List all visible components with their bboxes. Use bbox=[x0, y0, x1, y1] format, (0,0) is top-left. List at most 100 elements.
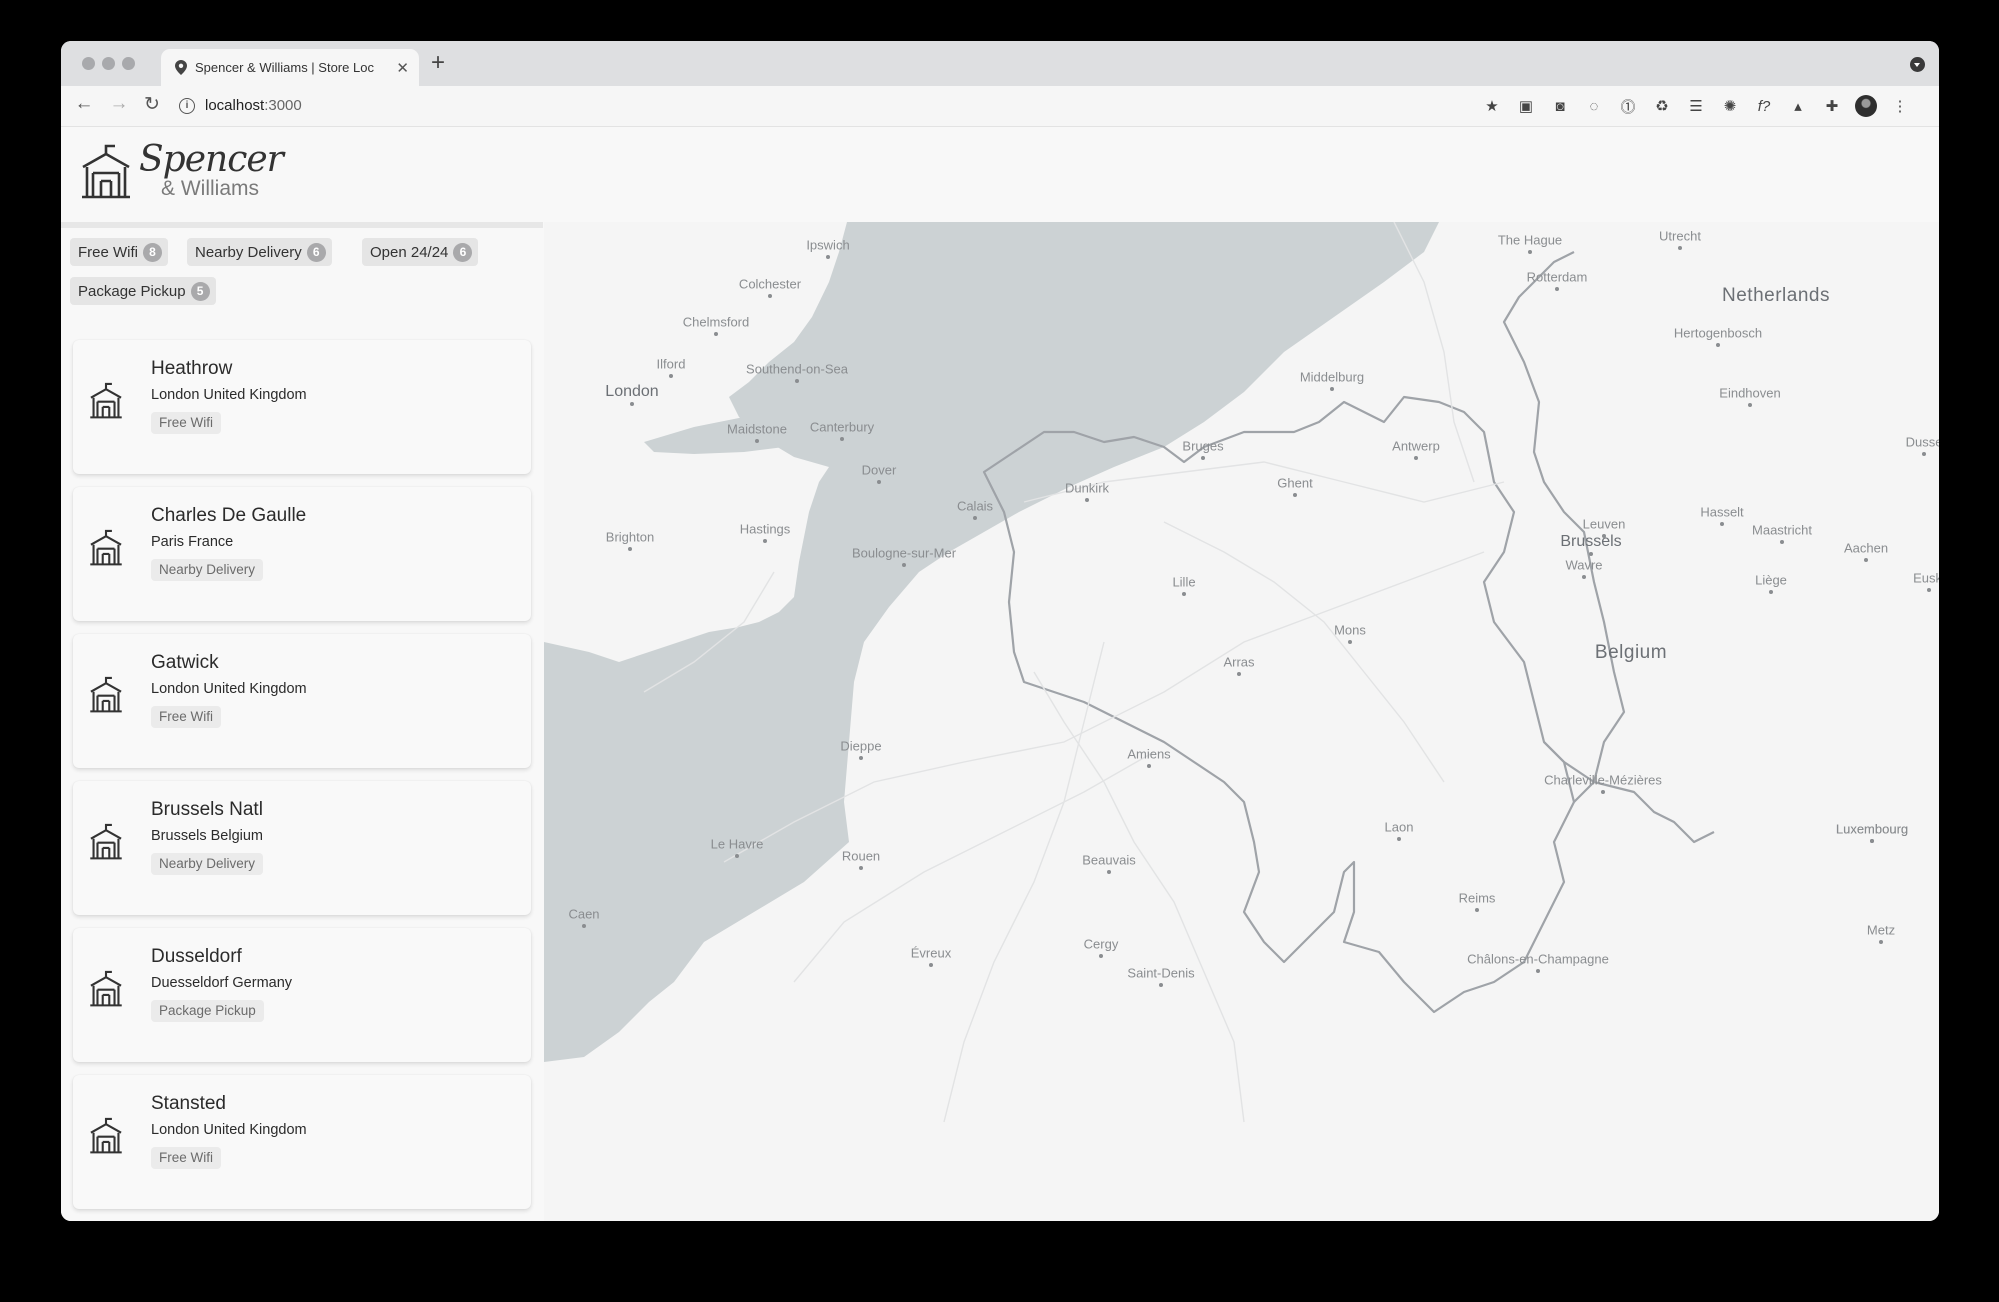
new-tab-button[interactable]: + bbox=[431, 51, 445, 75]
brand-secondary: & Williams bbox=[161, 177, 259, 200]
map-city-dot bbox=[1922, 452, 1926, 456]
bookmark-star-icon[interactable]: ★ bbox=[1481, 95, 1503, 117]
map-label-calais: Calais bbox=[956, 498, 994, 514]
profile-avatar[interactable] bbox=[1855, 95, 1877, 117]
map-city-dot bbox=[1716, 343, 1720, 347]
screenshot-icon[interactable]: ◙ bbox=[1549, 95, 1571, 117]
store-card[interactable]: Brussels Natl Brussels Belgium Nearby De… bbox=[73, 781, 531, 915]
reload-icon[interactable]: ↻ bbox=[139, 93, 165, 116]
map-city-dot bbox=[1237, 672, 1241, 676]
store-name: Brussels Natl bbox=[151, 799, 263, 820]
store-name: Stansted bbox=[151, 1093, 226, 1114]
map-label-le-havre: Le Havre bbox=[710, 836, 764, 852]
puzzle-icon[interactable]: ✚ bbox=[1821, 95, 1843, 117]
map-city-dot bbox=[1927, 588, 1931, 592]
map-city-dot bbox=[582, 924, 586, 928]
screen-cast-icon[interactable]: ▣ bbox=[1515, 95, 1537, 117]
store-card[interactable]: Heathrow London United Kingdom Free Wifi bbox=[73, 340, 531, 474]
map-label-hasselt: Hasselt bbox=[1700, 504, 1744, 520]
map-city-dot bbox=[1602, 534, 1606, 538]
map-city-dot bbox=[1528, 250, 1532, 254]
map-label-beauvais: Beauvais bbox=[1082, 852, 1136, 868]
map-city-dot bbox=[735, 854, 739, 858]
recycle-icon[interactable]: ♻ bbox=[1651, 95, 1673, 117]
store-name: Dusseldorf bbox=[151, 946, 242, 967]
close-window-button[interactable] bbox=[82, 57, 95, 70]
store-location: Duesseldorf Germany bbox=[151, 975, 293, 991]
store-card[interactable]: Gatwick London United Kingdom Free Wifi bbox=[73, 634, 531, 768]
tab-title: Spencer & Williams | Store Loc bbox=[195, 60, 374, 75]
map-label-antwerp: Antwerp bbox=[1392, 438, 1440, 454]
filter-count: 6 bbox=[306, 242, 326, 262]
loader-icon[interactable]: ◌ bbox=[1583, 95, 1605, 117]
map-label-maastricht: Maastricht bbox=[1752, 522, 1812, 538]
filter-chip-open-24-24[interactable]: Open 24/24 6 bbox=[362, 238, 479, 266]
browser-toolbar: ← → ↻ i localhost:3000 ★ ▣ ◙ ◌ ⓵ ♻ ☰ ✺ f… bbox=[61, 86, 1939, 127]
map-label-lille: Lille bbox=[1172, 574, 1196, 590]
map-label-euski: Euski bbox=[1913, 570, 1939, 586]
map-label-belgium: Belgium bbox=[1594, 642, 1668, 663]
map-label-hertogenbosch: Hertogenbosch bbox=[1673, 325, 1763, 341]
browser-tab[interactable]: Spencer & Williams | Store Loc ✕ bbox=[161, 49, 419, 86]
map-city-dot bbox=[1678, 246, 1682, 250]
formula-icon[interactable]: f? bbox=[1753, 95, 1775, 117]
filter-label: Open 24/24 bbox=[370, 243, 449, 261]
store-building-icon bbox=[82, 144, 130, 199]
filter-chip-nearby-delivery[interactable]: Nearby Delivery 6 bbox=[187, 238, 332, 266]
store-card[interactable]: Dusseldorf Duesseldorf Germany Package P… bbox=[73, 928, 531, 1062]
map-city-dot bbox=[1099, 954, 1103, 958]
map-city-dot bbox=[1348, 640, 1352, 644]
map-label-netherlands: Netherlands bbox=[1722, 285, 1830, 306]
map-label-canterbury: Canterbury bbox=[809, 419, 875, 435]
address-bar[interactable]: i localhost:3000 bbox=[179, 91, 1559, 120]
map-label-rotterdam: Rotterdam bbox=[1526, 269, 1588, 285]
map-city-dot bbox=[1182, 592, 1186, 596]
map-label-ch-lons-en-champagne: Châlons-en-Champagne bbox=[1467, 951, 1609, 967]
map-label-london: London bbox=[605, 383, 659, 400]
tab-search-button[interactable] bbox=[1910, 57, 1925, 72]
site-info-icon[interactable]: i bbox=[179, 97, 195, 114]
layers-icon[interactable]: ☰ bbox=[1685, 95, 1707, 117]
map-city-dot bbox=[973, 516, 977, 520]
forward-arrow-icon[interactable]: → bbox=[106, 93, 132, 115]
store-card[interactable]: Stansted London United Kingdom Free Wifi bbox=[73, 1075, 531, 1209]
store-feature-tag: Nearby Delivery bbox=[151, 559, 264, 581]
map-city-dot bbox=[1536, 969, 1540, 973]
bell-icon[interactable]: ▴ bbox=[1787, 95, 1809, 117]
store-building-icon bbox=[90, 382, 122, 419]
sun-icon[interactable]: ✺ bbox=[1719, 95, 1741, 117]
back-arrow-icon[interactable]: ← bbox=[71, 93, 97, 115]
store-location: London United Kingdom bbox=[151, 1122, 307, 1138]
map-city-dot bbox=[1201, 456, 1205, 460]
zoom-window-button[interactable] bbox=[122, 57, 135, 70]
map-label-maidstone: Maidstone bbox=[727, 421, 787, 437]
map-city-dot bbox=[1159, 983, 1163, 987]
store-building-icon bbox=[90, 529, 122, 566]
map-label-charleville-m-zi-res: Charleville-Mézières bbox=[1544, 772, 1662, 788]
map-city-dot bbox=[628, 547, 632, 551]
map-city-dot bbox=[768, 294, 772, 298]
app-header: Spencer & Williams bbox=[61, 127, 1939, 222]
map-label-leuven: Leuven bbox=[1582, 516, 1626, 532]
brand-primary: Spencer bbox=[139, 139, 284, 180]
map-city-dot bbox=[1864, 558, 1868, 562]
filter-chip-package-pickup[interactable]: Package Pickup 5 bbox=[70, 277, 216, 305]
minimize-window-button[interactable] bbox=[102, 57, 115, 70]
store-location: Brussels Belgium bbox=[151, 828, 264, 844]
map-label-middelburg: Middelburg bbox=[1299, 369, 1365, 385]
map-label-rouen: Rouen bbox=[841, 848, 881, 864]
menu-dots-icon[interactable]: ⋮ bbox=[1889, 95, 1911, 117]
close-tab-icon[interactable]: ✕ bbox=[396, 59, 409, 77]
map-view[interactable]: Netherlands Belgium Luxembourg London Brusse… bbox=[544, 222, 1939, 1221]
map-city-dot bbox=[1147, 764, 1151, 768]
store-feature-tag: Free Wifi bbox=[151, 412, 221, 434]
filter-chip-free-wifi[interactable]: Free Wifi 8 bbox=[70, 238, 168, 266]
map-label-reims: Reims bbox=[1458, 890, 1496, 906]
map-label-the-hague: The Hague bbox=[1497, 232, 1563, 248]
store-card[interactable]: Charles De Gaulle Paris France Nearby De… bbox=[73, 487, 531, 621]
map-city-dot bbox=[1293, 493, 1297, 497]
password-icon[interactable]: ⓵ bbox=[1617, 95, 1639, 117]
map-city-dot bbox=[1780, 540, 1784, 544]
map-city-dot bbox=[1475, 908, 1479, 912]
brand-logo[interactable]: Spencer & Williams bbox=[79, 139, 284, 201]
